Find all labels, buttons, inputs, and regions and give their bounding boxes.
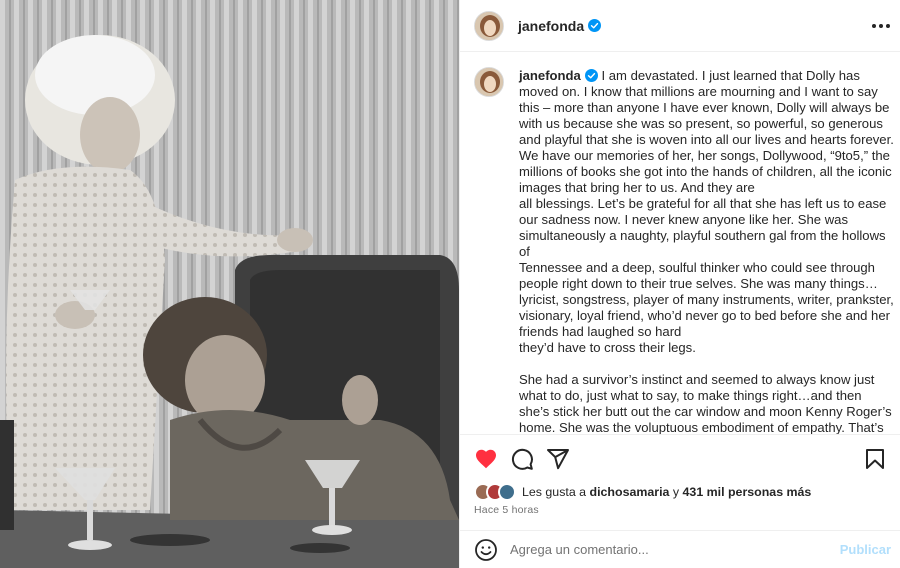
verified-badge-icon	[584, 69, 598, 82]
heart-filled-icon	[476, 449, 496, 469]
comment-bar: Publicar	[460, 530, 900, 568]
liker-avatars[interactable]	[474, 483, 520, 501]
share-button[interactable]	[546, 447, 570, 471]
header-username[interactable]: janefonda	[518, 18, 584, 34]
likes-first-user[interactable]: dichosamaria	[590, 485, 670, 499]
publish-button[interactable]: Publicar	[840, 542, 891, 557]
emoji-smile-icon[interactable]	[474, 538, 498, 562]
caption-area[interactable]: janefonda I am devastated. I just learne…	[460, 53, 900, 434]
comment-button[interactable]	[510, 447, 534, 471]
likes-prefix: Les gusta a	[522, 485, 587, 499]
action-bar	[460, 434, 900, 482]
more-horizontal-icon	[872, 24, 890, 28]
comment-input[interactable]	[510, 542, 810, 557]
instagram-post: janefonda janefonda I am devastated. I j…	[0, 0, 900, 568]
verified-badge-icon	[588, 19, 602, 32]
caption-paragraph: they’d have to cross their legs.	[519, 340, 696, 355]
save-button[interactable]	[863, 447, 887, 471]
like-button[interactable]	[474, 447, 498, 471]
caption-paragraph: janefonda I am devastated. I just learne…	[519, 68, 894, 196]
post-photo[interactable]	[0, 0, 459, 568]
caption-username[interactable]: janefonda	[519, 68, 581, 83]
vintage-photo-image	[0, 0, 459, 568]
caption-paragraph: Tennessee and a deep, soulful thinker wh…	[519, 260, 894, 339]
liker-avatar	[498, 483, 516, 501]
avatar-image	[475, 68, 503, 96]
bookmark-icon	[866, 449, 884, 469]
caption-text: janefonda I am devastated. I just learne…	[519, 68, 894, 434]
likes-summary: Les gusta a dichosamaria y 431 mil perso…	[474, 482, 811, 502]
post-side-panel: janefonda janefonda I am devastated. I j…	[459, 0, 900, 568]
caption-paragraph: She had a survivor’s instinct and seemed…	[519, 372, 892, 434]
more-options-button[interactable]	[869, 14, 893, 38]
likes-count[interactable]: 431 mil personas más	[683, 485, 812, 499]
caption-avatar[interactable]	[474, 67, 504, 97]
send-paper-plane-icon	[547, 449, 569, 470]
likes-text: Les gusta a dichosamaria y 431 mil perso…	[522, 485, 811, 499]
post-header: janefonda	[460, 0, 900, 52]
post-timestamp[interactable]: Hace 5 horas	[474, 504, 539, 516]
caption-paragraph-text: I am devastated. I just learned that Dol…	[519, 68, 894, 195]
avatar-image	[475, 11, 503, 40]
likes-connector: y	[672, 485, 680, 499]
profile-avatar[interactable]	[474, 10, 504, 41]
caption-paragraph: all blessings. Let’s be grateful for all…	[519, 196, 887, 259]
comment-bubble-icon	[511, 448, 533, 470]
